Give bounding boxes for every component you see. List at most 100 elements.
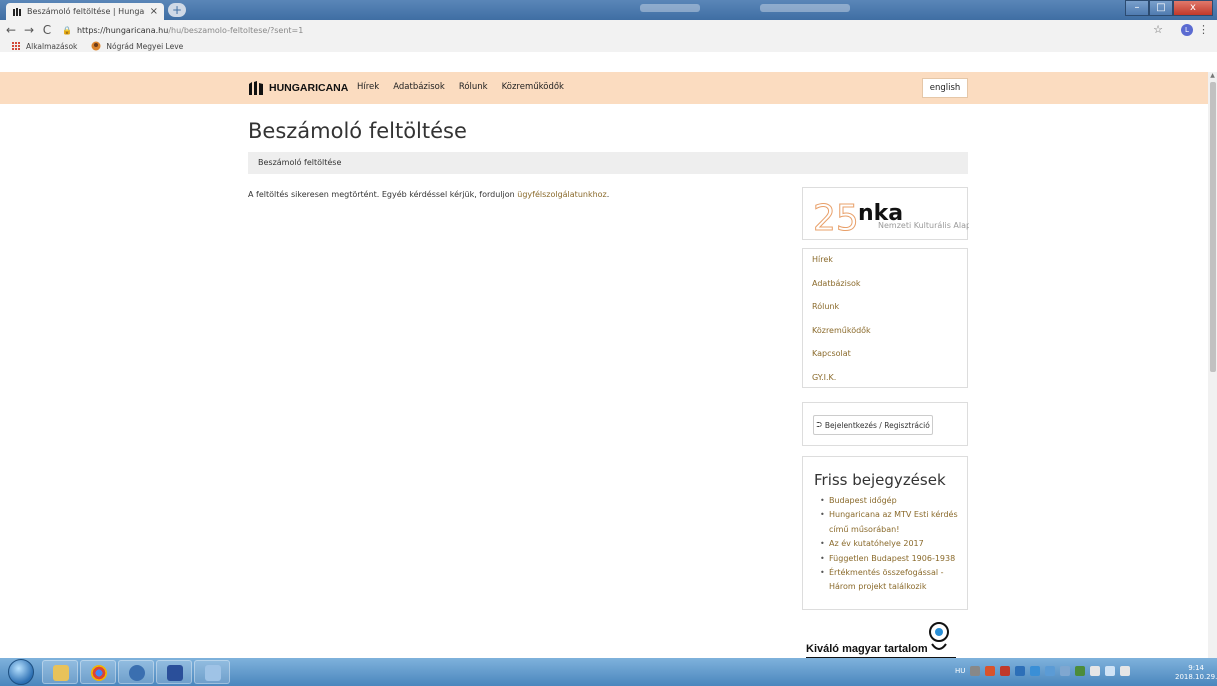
breadcrumb: Beszámoló feltöltése xyxy=(248,152,968,174)
sidebar-item-gyik[interactable]: GY.I.K. xyxy=(812,373,967,397)
sidebar-item-kozremukodok[interactable]: Közreműködők xyxy=(812,326,967,350)
flag-icon[interactable] xyxy=(1090,666,1101,676)
volume-icon[interactable] xyxy=(1120,666,1131,676)
tray-icon[interactable] xyxy=(1075,666,1086,676)
bookmark-star-icon[interactable]: ☆ xyxy=(1153,23,1163,36)
nka-25-logo: 25 nka Nemzeti Kulturális Alap xyxy=(813,198,972,240)
quality-content-badge-image: Kiváló magyar tartalom xyxy=(806,622,956,659)
reload-button[interactable]: C xyxy=(40,23,54,37)
language-indicator[interactable]: HU xyxy=(955,667,965,675)
site-logo[interactable]: HUNGARICANA xyxy=(248,80,348,96)
lock-icon: 🔒 xyxy=(62,25,72,35)
tray-icon[interactable] xyxy=(1015,666,1026,676)
tray-icon[interactable] xyxy=(970,666,981,676)
tray-icon[interactable] xyxy=(1000,666,1011,676)
taskbar-explorer[interactable] xyxy=(42,660,78,684)
sidebar-item-hirek[interactable]: Hírek xyxy=(812,255,967,279)
clock-time: 9:14 xyxy=(1188,664,1205,672)
address-row: ← → C 🔒 https://hungaricana.hu/hu/beszam… xyxy=(0,20,1217,40)
recent-post-link[interactable]: Független Budapest 1906-1938 xyxy=(820,552,960,567)
profile-avatar[interactable]: L xyxy=(1181,24,1193,36)
nav-item-hirek[interactable]: Hírek xyxy=(357,82,379,92)
tray-icon[interactable] xyxy=(985,666,996,676)
scrollbar-thumb[interactable] xyxy=(1210,82,1216,372)
start-button[interactable] xyxy=(8,659,34,685)
browser-tab[interactable]: Beszámoló feltöltése | Hungarica × xyxy=(6,3,164,20)
floppy-icon xyxy=(167,665,183,681)
network-icon[interactable] xyxy=(1105,666,1116,676)
kivalo-tartalom-badge[interactable]: Kiváló magyar tartalom xyxy=(806,622,956,661)
sidebar-item-kapcsolat[interactable]: Kapcsolat xyxy=(812,349,967,373)
browser-menu-icon[interactable]: ⋮ xyxy=(1198,23,1209,36)
success-message: A feltöltés sikeresen megtörtént. Egyéb … xyxy=(248,190,609,199)
browser-tab-strip: Beszámoló feltöltése | Hungarica × + – □… xyxy=(0,0,1217,20)
main-nav: Hírek Adatbázisok Rólunk Közreműködők xyxy=(357,82,564,92)
tray-icon[interactable] xyxy=(1060,666,1071,676)
nav-item-rolunk[interactable]: Rólunk xyxy=(459,82,488,92)
bookmark-nograd[interactable]: Nógrád Megyei Leve xyxy=(91,41,183,51)
nav-item-kozremukodok[interactable]: Közreműködők xyxy=(502,82,564,92)
tray-icon[interactable] xyxy=(1045,666,1056,676)
tray-icon[interactable] xyxy=(1030,666,1041,676)
recent-post-link[interactable]: Értékmentés összefogással - Három projek… xyxy=(820,566,960,595)
login-label: Bejelentkezés / Regisztráció xyxy=(824,420,930,430)
browser-toolbar: ← → C 🔒 https://hungaricana.hu/hu/beszam… xyxy=(0,20,1217,52)
windows-taskbar: HU 9:14 2018.10.29. xyxy=(0,658,1217,686)
minimize-button[interactable]: – xyxy=(1125,0,1149,16)
site-header: HUNGARICANA Hírek Adatbázisok Rólunk Köz… xyxy=(0,72,1208,104)
address-bar[interactable]: 🔒 https://hungaricana.hu/hu/beszamolo-fe… xyxy=(62,26,303,35)
back-button[interactable]: ← xyxy=(4,23,18,37)
sidebar-item-rolunk[interactable]: Rólunk xyxy=(812,302,967,326)
bookmarks-bar: Alkalmazások Nógrád Megyei Leve xyxy=(0,40,1217,52)
recent-posts-box: Friss bejegyzések Budapest időgép Hungar… xyxy=(802,456,968,610)
recent-post-link[interactable]: Hungaricana az MTV Esti kérdés című műso… xyxy=(820,508,960,537)
forward-button[interactable]: → xyxy=(22,23,36,37)
recent-posts-list: Budapest időgép Hungaricana az MTV Esti … xyxy=(814,494,967,595)
svg-text:Nemzeti Kulturális Alap: Nemzeti Kulturális Alap xyxy=(878,221,969,230)
nograd-favicon-icon xyxy=(91,41,101,51)
window-title-blur xyxy=(760,4,850,12)
taskbar-app[interactable] xyxy=(118,660,154,684)
svg-text:Kiváló magyar tartalom: Kiváló magyar tartalom xyxy=(806,643,928,655)
recent-posts-title: Friss bejegyzések xyxy=(814,471,946,489)
bookmark-label: Nógrád Megyei Leve xyxy=(106,41,184,51)
taskbar-notepad[interactable] xyxy=(194,660,230,684)
login-register-button[interactable]: ⮊ Bejelentkezés / Regisztráció xyxy=(813,415,933,435)
apps-grid-icon xyxy=(12,41,21,51)
system-clock[interactable]: 9:14 2018.10.29. xyxy=(1175,664,1217,682)
recent-post-link[interactable]: Budapest időgép xyxy=(820,494,960,509)
message-end: . xyxy=(606,190,610,199)
maximize-button[interactable]: □ xyxy=(1149,0,1173,16)
folder-icon xyxy=(53,665,69,681)
logo-text: HUNGARICANA xyxy=(269,82,349,94)
window-controls: – □ x xyxy=(1125,0,1213,16)
taskbar-chrome[interactable] xyxy=(80,660,116,684)
hungaricana-logo-icon xyxy=(249,81,263,95)
message-text: A feltöltés sikeresen megtörtént. Egyéb … xyxy=(248,190,518,199)
recent-post-link[interactable]: Az év kutatóhelye 2017 xyxy=(820,537,960,552)
nav-item-adatbazisok[interactable]: Adatbázisok xyxy=(393,82,445,92)
taskbar-save-app[interactable] xyxy=(156,660,192,684)
sidebar-links: Hírek Adatbázisok Rólunk Közreműködők Ka… xyxy=(802,248,968,388)
sidebar-item-adatbazisok[interactable]: Adatbázisok xyxy=(812,279,967,303)
bookmark-label: Alkalmazások xyxy=(26,41,78,51)
nka-logo-box[interactable]: 25 nka Nemzeti Kulturális Alap xyxy=(802,187,972,240)
customer-service-link[interactable]: ügyfélszolgálatunkhoz xyxy=(517,190,607,199)
browser-tab-title: Beszámoló feltöltése | Hungarica xyxy=(27,7,145,16)
svg-text:25: 25 xyxy=(813,198,859,239)
bookmark-apps[interactable]: Alkalmazások xyxy=(12,41,78,51)
notepad-icon xyxy=(205,665,221,681)
url-host: https://hungaricana.hu xyxy=(76,25,169,35)
chrome-icon xyxy=(91,665,107,681)
system-tray: HU xyxy=(955,666,1131,676)
new-tab-button[interactable]: + xyxy=(168,3,186,17)
sign-in-icon: ⮊ xyxy=(816,420,822,429)
url-path: /hu/beszamolo-feltoltese/?sent=1 xyxy=(168,25,304,35)
clock-date: 2018.10.29. xyxy=(1175,673,1217,681)
close-window-button[interactable]: x xyxy=(1173,0,1213,16)
language-switch-button[interactable]: english xyxy=(922,78,968,98)
scroll-up-arrow-icon[interactable]: ▲ xyxy=(1208,72,1217,81)
tab-close-icon[interactable]: × xyxy=(150,6,158,17)
app-icon xyxy=(129,665,145,681)
window-title-blur xyxy=(640,4,700,12)
